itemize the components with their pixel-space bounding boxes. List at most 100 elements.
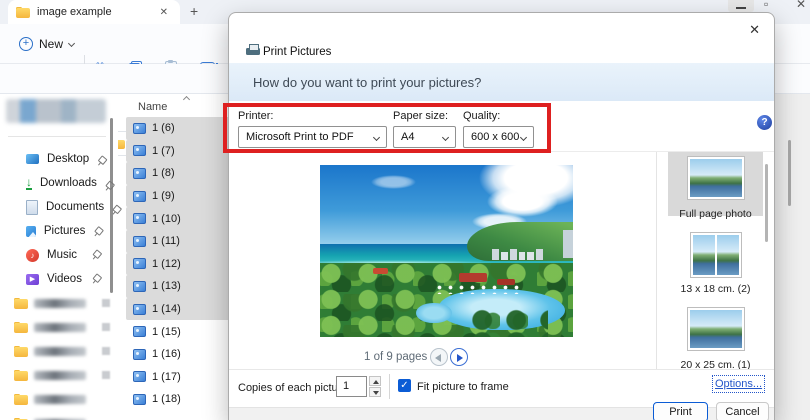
blurred-folder-item[interactable]: [0, 291, 110, 315]
new-tab-button[interactable]: +: [190, 3, 198, 19]
file-row[interactable]: 1 (7): [126, 139, 230, 163]
options-link[interactable]: Options...: [711, 375, 766, 393]
window-minimize-button[interactable]: [728, 0, 754, 12]
file-row[interactable]: 1 (16): [126, 343, 230, 366]
folder-icon: [14, 321, 28, 333]
documents-icon: [26, 200, 38, 214]
file-name: 1 (6): [152, 122, 175, 135]
explorer-sidebar: Desktop ↓ Downloads Documents Pictures ♪: [0, 94, 118, 420]
pin-icon: [89, 272, 103, 286]
folder-icon: [14, 369, 28, 381]
layout-option-20x25[interactable]: 20 x 25 cm. (1): [668, 307, 763, 371]
blurred-sidebar-item[interactable]: [6, 99, 106, 123]
pin-icon: [94, 154, 103, 164]
plus-icon: +: [19, 36, 33, 51]
sidebar-item-documents[interactable]: Documents: [0, 195, 110, 219]
dialog-close-button[interactable]: ✕: [749, 22, 760, 38]
file-row[interactable]: 1 (18): [126, 388, 230, 411]
jpg-file-icon: [133, 190, 146, 202]
screen: image example ✕ + ▫ ✕ + New ✂ A ← → ↑ › …: [0, 0, 810, 420]
sidebar-item-music[interactable]: ♪ Music: [0, 243, 110, 267]
window-maximize-button[interactable]: ▫: [764, 0, 768, 11]
file-row[interactable]: 1 (9): [126, 184, 230, 208]
file-name: 1 (12): [152, 257, 181, 270]
pictures-icon: [26, 225, 36, 237]
jpg-file-icon: [133, 213, 146, 225]
sidebar-item-downloads[interactable]: ↓ Downloads: [0, 171, 110, 195]
sort-ascending-icon: [182, 95, 191, 104]
jpg-file-icon: [133, 348, 146, 360]
chevron-down-icon: [67, 39, 76, 48]
folder-icon: [14, 297, 28, 309]
sidebar-divider: [8, 136, 106, 137]
layout-option-full-page[interactable]: Full page photo: [668, 152, 763, 220]
explorer-right-area: [775, 94, 810, 420]
explorer-tab[interactable]: image example ✕: [8, 0, 180, 24]
file-row[interactable]: 1 (6): [126, 117, 230, 140]
desktop-icon: [26, 152, 39, 166]
blurred-folder-item[interactable]: [0, 387, 110, 411]
music-icon: ♪: [26, 248, 39, 262]
file-row[interactable]: 1 (14): [126, 297, 230, 321]
stepper-down-button[interactable]: [369, 387, 381, 397]
file-row[interactable]: 1 (11): [126, 229, 230, 253]
new-button[interactable]: + New: [10, 30, 83, 57]
cancel-button[interactable]: Cancel: [716, 402, 769, 420]
blurred-folder-item[interactable]: [0, 315, 110, 339]
explorer-scrollbar[interactable]: [788, 140, 791, 206]
pin-icon: [102, 179, 108, 187]
stepper-up-button[interactable]: [369, 376, 381, 386]
folder-icon: [16, 6, 30, 18]
dialog-question: How do you want to print your pictures?: [253, 75, 482, 90]
file-name: 1 (7): [152, 144, 175, 157]
jpg-file-icon: [133, 145, 146, 157]
folder-icon: [14, 393, 28, 405]
downloads-icon: ↓: [26, 175, 32, 190]
print-button[interactable]: Print: [653, 402, 708, 420]
page-status: 1 of 9 pages: [364, 351, 428, 363]
jpg-file-icon: [133, 280, 146, 292]
fit-picture-checkbox[interactable]: ✓: [398, 379, 411, 392]
jpg-file-icon: [133, 371, 146, 383]
file-name: 1 (15): [152, 325, 181, 338]
previous-page-button[interactable]: [430, 348, 448, 366]
column-header-name[interactable]: Name: [138, 101, 167, 113]
tab-close-icon[interactable]: ✕: [156, 7, 172, 18]
jpg-file-icon: [133, 303, 146, 315]
dialog-header-band: How do you want to print your pictures?: [229, 63, 774, 101]
sidebar-item-pictures[interactable]: Pictures: [0, 219, 110, 243]
blurred-folder-item[interactable]: [0, 411, 110, 420]
print-pictures-dialog: Print Pictures ✕ How do you want to prin…: [228, 12, 775, 420]
file-row[interactable]: 1 (10): [126, 207, 230, 230]
file-row[interactable]: 1 (17): [126, 366, 230, 389]
copies-input[interactable]: 1: [336, 376, 367, 397]
blurred-folder-item[interactable]: [0, 363, 110, 387]
sidebar-item-desktop[interactable]: Desktop: [0, 147, 110, 171]
blurred-folder-item[interactable]: [0, 339, 110, 363]
jpg-file-icon: [133, 326, 146, 338]
file-row[interactable]: 1 (13): [126, 275, 230, 298]
layout-option-13x18[interactable]: 13 x 18 cm. (2): [668, 232, 763, 295]
next-page-button[interactable]: [450, 348, 468, 366]
file-rows: 1 (6) 1 (7) 1 (8) 1 (9) 1 (10) 1 (11) 1 …: [126, 117, 230, 411]
copies-label: Copies of each picture:: [238, 382, 351, 394]
sidebar-scrollbar[interactable]: [110, 118, 113, 293]
file-name: 1 (14): [152, 303, 181, 316]
window-close-button[interactable]: ✕: [796, 0, 806, 11]
layout-panel-scrollbar[interactable]: [765, 164, 768, 242]
videos-icon: ▶: [26, 273, 39, 285]
sidebar-item-videos[interactable]: ▶ Videos: [0, 267, 110, 291]
file-name: 1 (16): [152, 348, 181, 361]
help-button[interactable]: ?: [757, 115, 772, 130]
file-row[interactable]: 1 (15): [126, 320, 230, 343]
file-row[interactable]: 1 (12): [126, 252, 230, 276]
jpg-file-icon: [133, 167, 146, 179]
file-name: 1 (17): [152, 370, 181, 383]
file-list: Name 1 (6) 1 (7) 1 (8) 1 (9) 1 (10) 1 (1…: [126, 94, 230, 420]
file-row[interactable]: 1 (8): [126, 162, 230, 185]
jpg-file-icon: [133, 122, 146, 134]
dialog-body: 1 of 9 pages Full page photo 13 x 18 cm.…: [229, 151, 774, 371]
print-preview-pane: 1 of 9 pages: [229, 152, 656, 369]
fit-picture-label: Fit picture to frame: [417, 381, 509, 393]
copies-stepper: [369, 376, 381, 397]
